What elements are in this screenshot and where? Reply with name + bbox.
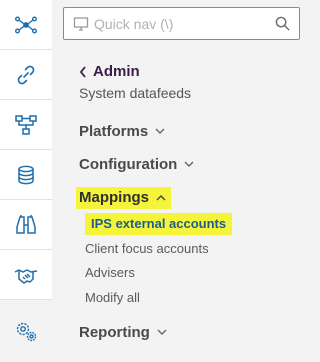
back-to-admin-link[interactable]: Admin (79, 63, 140, 80)
nav-panel: Admin System datafeeds Platforms Configu… (53, 0, 318, 362)
section-mappings[interactable]: Mappings (76, 187, 171, 209)
menu-item-advisers[interactable]: Advisers (85, 265, 135, 280)
section-reporting[interactable]: Reporting (79, 324, 167, 341)
rail-database-button[interactable] (0, 150, 52, 200)
monitor-icon (73, 16, 89, 31)
section-configuration[interactable]: Configuration (79, 156, 194, 173)
chevron-down-icon (184, 161, 194, 167)
rail-link-button[interactable] (0, 50, 52, 100)
rail-admin-button[interactable] (0, 300, 52, 362)
back-label: Admin (93, 63, 140, 80)
section-platforms[interactable]: Platforms (79, 123, 165, 140)
workflow-icon (15, 114, 37, 135)
chevron-up-icon (156, 195, 166, 201)
rail-workflow-button[interactable] (0, 100, 52, 150)
link-icon (17, 65, 35, 84)
chevron-left-icon (79, 65, 86, 78)
search-icon[interactable] (275, 16, 290, 31)
section-label: Reporting (79, 324, 150, 341)
menu-item-modify-all[interactable]: Modify all (85, 290, 140, 305)
database-icon (18, 165, 34, 184)
section-label: Mappings (79, 189, 149, 206)
chevron-down-icon (155, 128, 165, 134)
menu-item-ips-external-accounts[interactable]: IPS external accounts (85, 213, 233, 235)
quick-nav-input[interactable] (94, 15, 264, 32)
chevron-down-icon (157, 329, 167, 335)
icon-rail (0, 0, 52, 362)
network-nodes-icon (15, 15, 38, 34)
section-label: Configuration (79, 156, 178, 173)
rail-binoculars-button[interactable] (0, 200, 52, 250)
binoculars-icon (16, 214, 36, 234)
rail-handshake-button[interactable] (0, 250, 52, 300)
quick-nav-search[interactable] (63, 7, 300, 40)
page-subtitle: System datafeeds (79, 85, 192, 101)
rail-network-button[interactable] (0, 0, 52, 50)
handshake-icon (14, 268, 38, 284)
menu-item-client-focus-accounts[interactable]: Client focus accounts (85, 241, 209, 256)
section-label: Platforms (79, 123, 149, 140)
gears-icon (16, 322, 37, 342)
